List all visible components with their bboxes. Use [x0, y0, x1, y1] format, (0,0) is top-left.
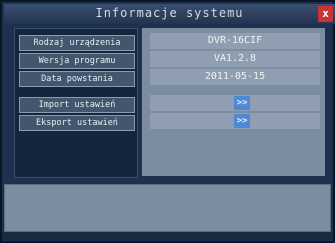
build-date-value: 2011-05-15: [150, 69, 320, 85]
status-panel: [4, 184, 331, 232]
labels-panel: Rodzaj urządzenia Wersja programu Data p…: [14, 28, 138, 178]
title-bar: Informacje systemu x: [4, 4, 335, 24]
bottom-bar: [2, 232, 333, 240]
import-settings-row: >>: [150, 95, 320, 111]
label-software-version: Wersja programu: [19, 53, 135, 69]
close-button[interactable]: x: [318, 6, 333, 22]
export-settings-label: Eksport ustawień: [19, 115, 135, 131]
export-settings-button[interactable]: >>: [234, 114, 250, 128]
window-title: Informacje systemu: [95, 6, 244, 20]
label-build-date: Data powstania: [19, 71, 135, 87]
software-version-value: VA1.2.8: [150, 51, 320, 67]
device-type-value: DVR-16CIF: [150, 33, 320, 49]
import-settings-button[interactable]: >>: [234, 96, 250, 110]
import-settings-label: Import ustawień: [19, 97, 135, 113]
export-settings-row: >>: [150, 113, 320, 129]
values-panel: DVR-16CIF VA1.2.8 2011-05-15 >> >>: [142, 28, 325, 176]
label-device-type: Rodzaj urządzenia: [19, 35, 135, 51]
